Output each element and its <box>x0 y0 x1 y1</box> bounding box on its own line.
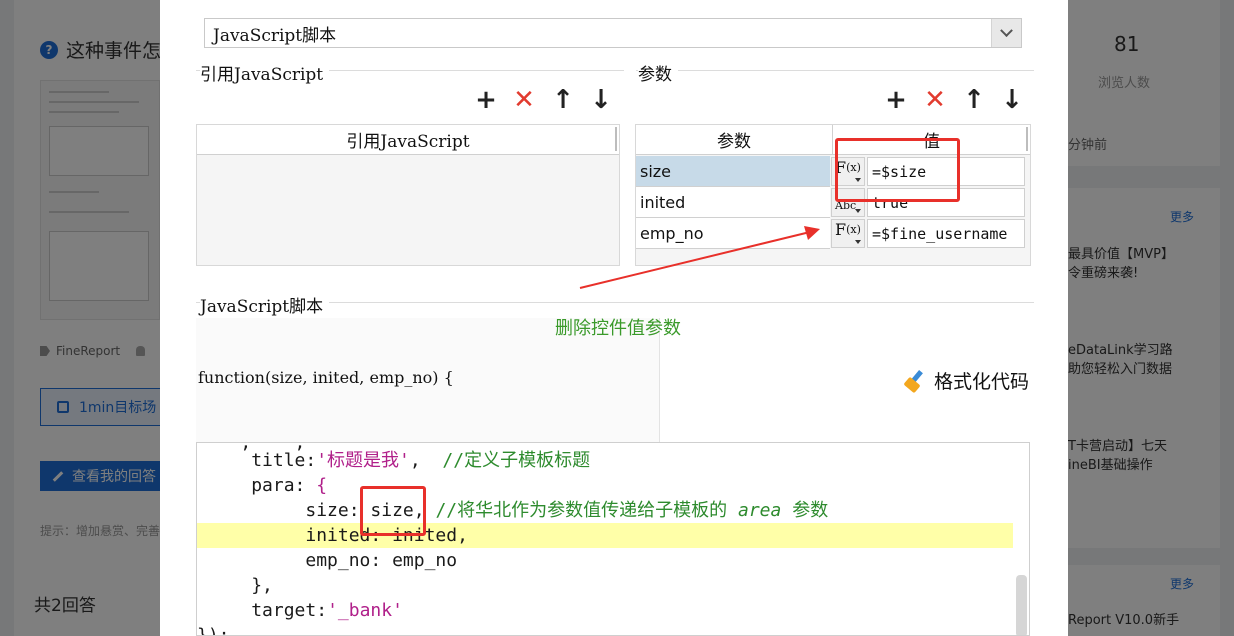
ref-section-title: 引用JavaScript <box>200 60 330 85</box>
annotation-arrow <box>579 226 820 289</box>
javascript-dialog: JavaScript脚本 引用JavaScript + ✕ ↑ ↓ 引用Java… <box>160 0 1068 636</box>
script-section-title: JavaScript脚本 <box>200 292 330 317</box>
param-section-title: 参数 <box>638 60 678 85</box>
